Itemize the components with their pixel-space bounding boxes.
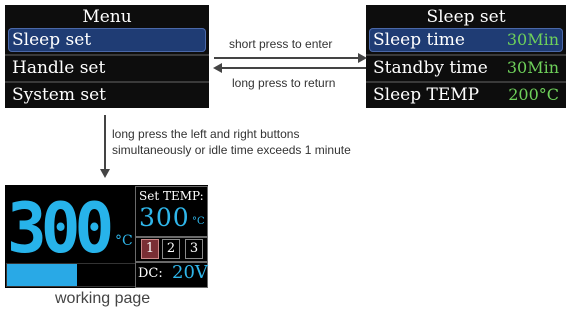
set-temp-label: Set TEMP: [139, 189, 204, 203]
temperature-unit: °C [115, 233, 133, 249]
sleep-temp-label: Sleep TEMP [373, 85, 480, 105]
sleep-set-title: Sleep set [426, 7, 506, 27]
sleep-set-panel: Sleep set Sleep time 30Min Standby time … [366, 5, 566, 108]
down-arrow-label-line2: simultaneously or idle time exceeds 1 mi… [112, 143, 351, 157]
menu-item-handle-set[interactable]: Handle set [8, 56, 206, 80]
set-temp-value: 300 [139, 203, 190, 232]
return-arrow [213, 63, 366, 73]
sleep-temp-value: 200°C [508, 85, 559, 104]
menu-item-label: System set [12, 85, 107, 105]
sleep-temp-row[interactable]: Sleep TEMP 200°C [369, 83, 563, 107]
working-page-caption: working page [55, 290, 151, 307]
sleep-time-row[interactable]: Sleep time 30Min [369, 28, 563, 52]
sleep-time-label: Sleep time [373, 30, 465, 50]
dc-voltage-value: 20V [172, 262, 208, 283]
standby-time-value: 30Min [506, 58, 559, 77]
mode-1-button[interactable]: 1 [141, 239, 159, 259]
mode-3-button[interactable]: 3 [185, 239, 203, 259]
menu-item-system-set[interactable]: System set [8, 83, 206, 107]
standby-time-row[interactable]: Standby time 30Min [369, 56, 563, 80]
dc-label: DC: [138, 266, 163, 281]
standby-time-label: Standby time [373, 58, 488, 78]
working-page-screen: 300 °C Set TEMP: 300 °C 1 2 3 DC: 20V [5, 185, 208, 288]
down-arrow [100, 115, 110, 178]
sleep-time-value: 30Min [506, 30, 559, 49]
down-arrow-label-line1: long press the left and right buttons [112, 127, 300, 141]
enter-arrow-label: short press to enter [229, 37, 333, 51]
set-temp-unit: °C [192, 216, 205, 227]
menu-item-sleep-set[interactable]: Sleep set [8, 28, 206, 52]
mode-2-button[interactable]: 2 [162, 239, 180, 259]
current-temperature: 300 [7, 188, 114, 269]
power-bar-fill [7, 264, 77, 286]
menu-item-label: Sleep set [12, 30, 92, 50]
menu-title: Menu [82, 7, 132, 27]
return-arrow-label: long press to return [232, 76, 336, 90]
menu-item-label: Handle set [12, 58, 106, 78]
menu-panel: Menu Sleep set Handle set System set [5, 5, 209, 108]
